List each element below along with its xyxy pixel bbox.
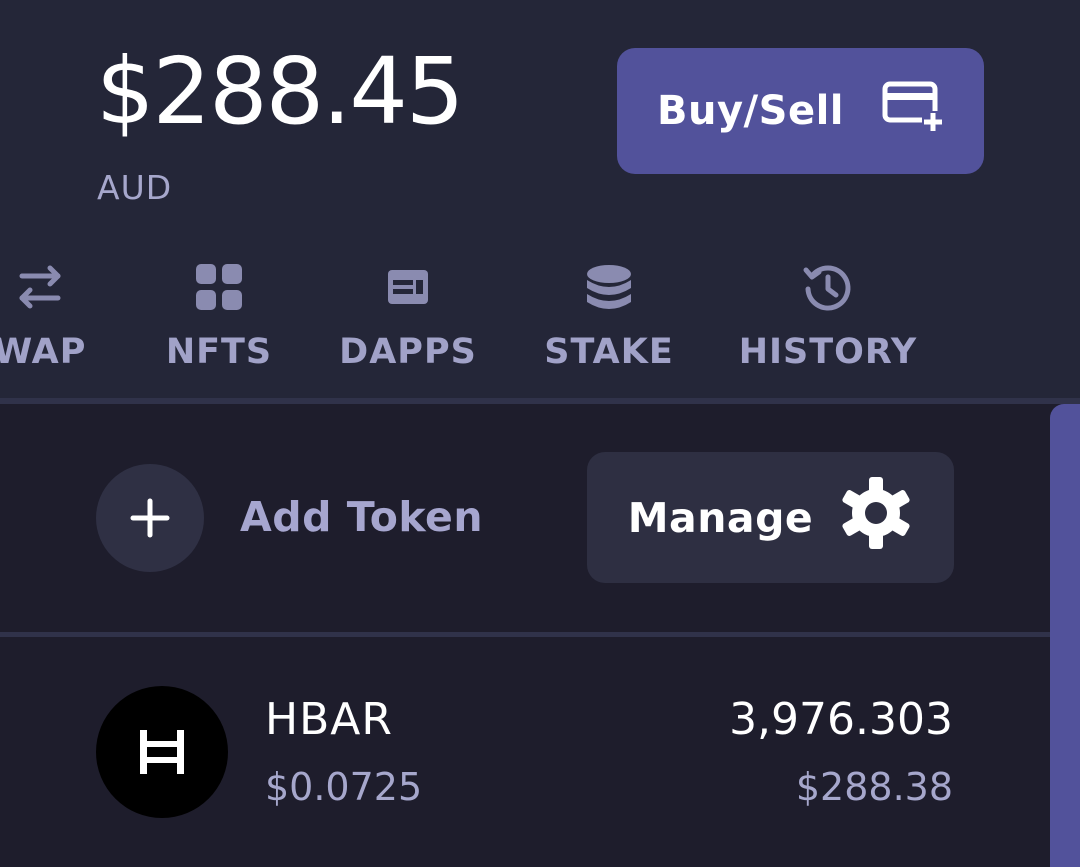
nav-item-history[interactable]: HISTORY (730, 262, 926, 372)
buy-sell-label: Buy/Sell (656, 88, 844, 134)
token-symbol: HBAR (265, 694, 393, 745)
buy-sell-button[interactable]: Buy/Sell (617, 48, 984, 174)
plus-icon (130, 498, 170, 538)
nav-label-dapps: DAPPS (339, 332, 477, 372)
hedera-logo-icon (96, 686, 228, 818)
nav-item-swap[interactable]: WAP (0, 262, 85, 372)
nav-label-stake: STAKE (544, 332, 674, 372)
token-price: $0.0725 (265, 765, 423, 809)
card-add-icon (882, 81, 944, 141)
list-divider (0, 632, 1050, 637)
add-token-button[interactable] (96, 464, 204, 572)
currency-label: AUD (97, 168, 173, 207)
grid-icon (196, 264, 242, 310)
swap-arrows-icon (19, 265, 61, 309)
history-icon (803, 265, 851, 311)
nav-label-swap: WAP (0, 332, 87, 372)
nav-label-nfts: NFTS (165, 332, 273, 372)
coins-stack-icon (587, 265, 631, 309)
scrollbar[interactable] (1050, 404, 1080, 867)
token-fiat-value: $288.38 (795, 765, 953, 809)
manage-button[interactable]: Manage (587, 452, 954, 583)
nav-item-stake[interactable]: STAKE (534, 262, 684, 372)
total-balance: $288.45 (96, 38, 464, 145)
nav-item-nfts[interactable]: NFTS (148, 262, 290, 372)
add-token-label[interactable]: Add Token (240, 493, 483, 541)
dapps-icon (388, 270, 428, 304)
gear-icon (839, 476, 913, 560)
token-amount: 3,976.303 (729, 694, 953, 745)
nav-item-dapps[interactable]: DAPPS (328, 262, 488, 372)
manage-label: Manage (627, 493, 814, 542)
nav-label-history: HISTORY (738, 332, 918, 372)
